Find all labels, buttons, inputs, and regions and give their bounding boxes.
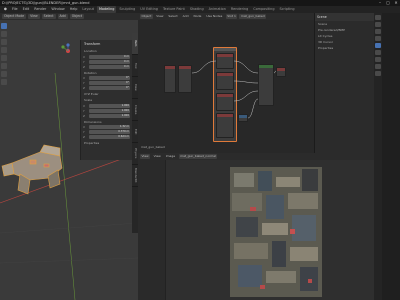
- scale-label: Scale: [84, 98, 93, 102]
- rotation-x-row: X 0°: [83, 76, 130, 81]
- workspace-tab-scripting[interactable]: Scripting: [278, 6, 297, 13]
- properties-section[interactable]: Properties: [315, 45, 374, 51]
- tool-tab-icon[interactable]: [375, 15, 381, 20]
- scale-y-row: Y 1.000: [83, 108, 130, 113]
- blender-logo-icon[interactable]: ⬢: [2, 6, 9, 13]
- dimensions-x-field[interactable]: 1.32 m: [89, 125, 130, 130]
- rotation-label: Rotation: [84, 70, 97, 75]
- properties-section[interactable]: Properties: [81, 140, 132, 146]
- rotation-y-field[interactable]: 0°: [89, 81, 130, 86]
- output-tab-icon[interactable]: [375, 29, 381, 34]
- image-editor-type-dropdown[interactable]: View: [140, 154, 151, 159]
- dimensions-y-row: Y 0.379 m: [83, 130, 130, 135]
- texture-pattern: [230, 167, 322, 297]
- node-links: [191, 60, 277, 119]
- rotation-x-field[interactable]: 0°: [89, 76, 130, 81]
- workspace-tab-shading[interactable]: Shading: [188, 6, 206, 13]
- workspace-tab-texture-paint[interactable]: Texture Paint: [161, 6, 187, 13]
- location-z-row: Z0 m: [83, 64, 130, 69]
- image-view-menu[interactable]: View: [152, 154, 162, 159]
- workspace-tab-uv-editing[interactable]: UV Editing: [138, 6, 160, 13]
- image-dropdown[interactable]: mat_gun_baked_normal: [178, 154, 218, 159]
- menu-render[interactable]: Render: [32, 6, 48, 13]
- properties-tabs: [374, 13, 382, 300]
- object-tab-icon[interactable]: [375, 57, 381, 62]
- navigation-gizmo-icon[interactable]: [60, 43, 76, 59]
- menu-bar: ⬢ File Edit Render Window Help Layout Mo…: [0, 6, 400, 13]
- menu-edit[interactable]: Edit: [21, 6, 32, 13]
- transform-title: Transform: [84, 42, 101, 46]
- scene-tab-icon[interactable]: [375, 43, 381, 48]
- location-x-field[interactable]: 0 m: [89, 54, 130, 59]
- transform-panel: Transform Location X0 m Y0 m Z0 m Rotati…: [80, 40, 132, 160]
- dimensions-y-field[interactable]: 0.379 m: [89, 130, 130, 135]
- location-x-row: X0 m: [83, 54, 130, 59]
- dimensions-z-row: Z 0.624 m: [83, 135, 130, 140]
- properties-editor: Scene Scene Pre-rendered/BMP Lit Cycles …: [314, 13, 374, 153]
- menu-file[interactable]: File: [10, 6, 20, 13]
- render-tab-icon[interactable]: [375, 22, 381, 27]
- menu-window[interactable]: Window: [49, 6, 66, 13]
- view-layer-tab-icon[interactable]: [375, 36, 381, 41]
- workspace-tab-modeling[interactable]: Modeling: [96, 6, 117, 13]
- baked-texture-image[interactable]: [230, 167, 322, 297]
- scale-x-field[interactable]: 1.000: [89, 103, 130, 108]
- workspace-tab-animation[interactable]: Animation: [207, 6, 228, 13]
- workspace-tab-rendering[interactable]: Rendering: [229, 6, 250, 13]
- location-y-field[interactable]: 0 m: [89, 59, 130, 64]
- scale-z-row: Z 1.000: [83, 113, 130, 118]
- gun-model[interactable]: [0, 138, 80, 208]
- shader-node-editor[interactable]: Object View Select Add Node Use Nodes Sl…: [138, 13, 314, 153]
- world-tab-icon[interactable]: [375, 50, 381, 55]
- location-z-field[interactable]: 0 m: [89, 64, 130, 69]
- modifier-tab-icon[interactable]: [375, 64, 381, 69]
- workspace-tab-compositing[interactable]: Compositing: [251, 6, 276, 13]
- image-menu[interactable]: Image: [164, 154, 176, 159]
- dimensions-z-field[interactable]: 0.624 m: [89, 135, 130, 140]
- material-tab-icon[interactable]: [375, 71, 381, 76]
- image-editor-toolbar: [138, 160, 166, 300]
- rotation-z-field[interactable]: 0°: [89, 86, 130, 91]
- workspace-tab-layout[interactable]: Layout: [80, 6, 96, 13]
- dimensions-label: Dimensions: [84, 119, 102, 124]
- scale-x-row: X 1.000: [83, 103, 130, 108]
- menu-help[interactable]: Help: [68, 6, 80, 13]
- location-label: Location: [84, 49, 97, 53]
- material-name-label: mat_gun_baked: [141, 145, 165, 149]
- window-title: D:\\PROJECTS\\3D\\gun\\BLENDER\\mnt_gun.…: [2, 1, 90, 5]
- rotation-z-row: Z 0°: [83, 86, 130, 91]
- properties-header: Scene: [315, 13, 374, 21]
- scale-y-field[interactable]: 1.000: [89, 108, 130, 113]
- image-editor[interactable]: View View Image mat_gun_baked_normal: [138, 153, 374, 300]
- dimensions-x-row: X 1.32 m: [83, 125, 130, 130]
- workspace-tab-sculpting[interactable]: Sculpting: [117, 6, 137, 13]
- right-dock-panel: [382, 13, 400, 300]
- image-editor-header: View View Image mat_gun_baked_normal: [138, 153, 374, 160]
- location-y-row: Y0 m: [83, 59, 130, 64]
- rotation-y-row: Y 0°: [83, 81, 130, 86]
- viewport-3d[interactable]: Object Mode View Select Add Object Trans…: [0, 13, 138, 300]
- scale-z-field[interactable]: 1.000: [89, 113, 130, 118]
